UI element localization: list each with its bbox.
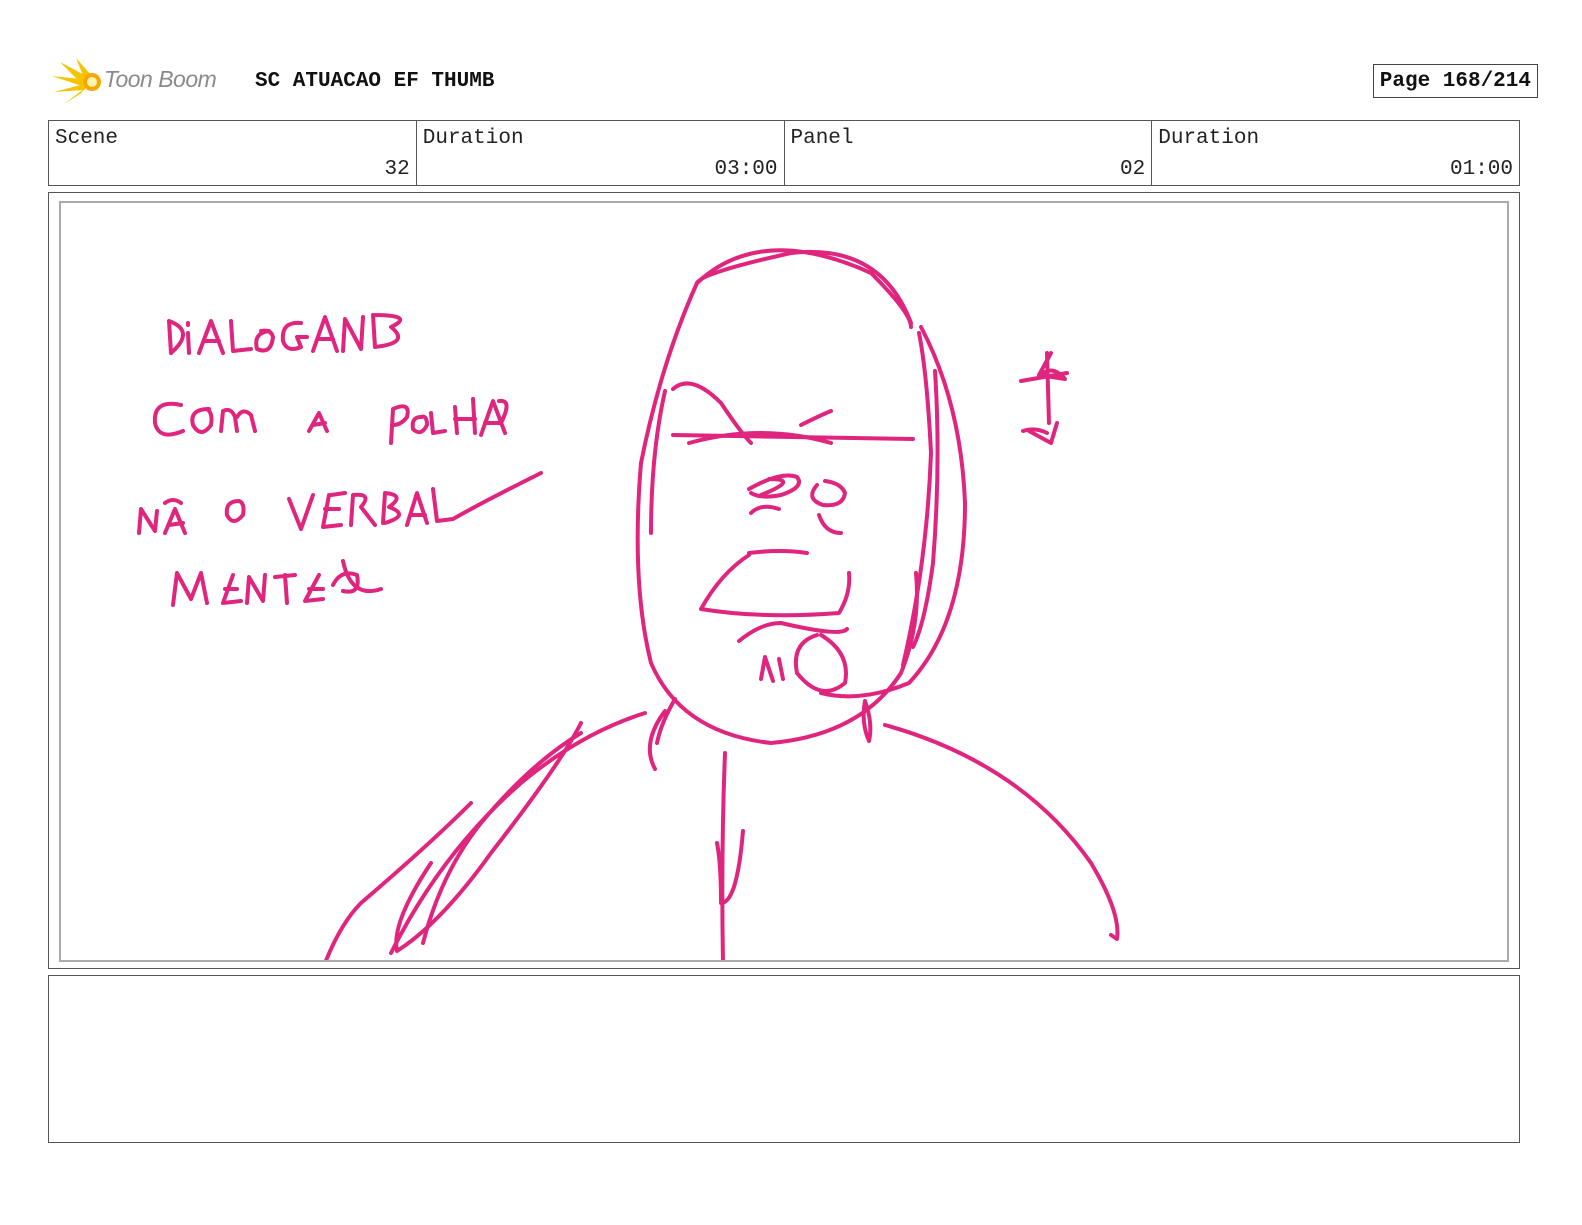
- logo-text: Toon Boom: [104, 66, 217, 92]
- scene-duration-label: Duration: [422, 127, 524, 150]
- sketch-drawing: [137, 248, 1120, 960]
- sun-flare-icon: [52, 58, 101, 104]
- project-title: SC ATUACAO EF THUMB: [255, 70, 495, 93]
- page-header: Toon Boom SC ATUACAO EF THUMB Page 168/2…: [48, 56, 1538, 108]
- scene-number: 32: [384, 158, 410, 181]
- panel-duration-label: Duration: [1158, 127, 1260, 150]
- page-indicator: Page 168/214: [1372, 64, 1538, 98]
- scene-cell: Scene 32: [49, 121, 417, 185]
- character-head: [635, 248, 967, 745]
- up-down-arrow-icon: [1019, 351, 1069, 445]
- scene-duration-cell: Duration 03:00: [417, 121, 785, 185]
- scene-info-table: Scene 32 Duration 03:00 Panel 02 Duratio…: [48, 120, 1520, 186]
- scene-duration-value: 03:00: [714, 158, 778, 181]
- toon-boom-logo: Toon Boom: [50, 56, 240, 108]
- character-body: [324, 697, 1120, 960]
- panel-frame: [59, 201, 1509, 962]
- panel-cell: Panel 02: [785, 121, 1153, 185]
- panel-duration-value: 01:00: [1449, 158, 1513, 181]
- handwritten-note: [137, 313, 543, 607]
- storyboard-panel: [48, 192, 1520, 969]
- panel-number: 02: [1120, 158, 1146, 181]
- panel-notes: [48, 975, 1520, 1143]
- panel-label: Panel: [790, 127, 854, 150]
- scene-label: Scene: [55, 127, 119, 150]
- panel-duration-cell: Duration 01:00: [1152, 121, 1519, 185]
